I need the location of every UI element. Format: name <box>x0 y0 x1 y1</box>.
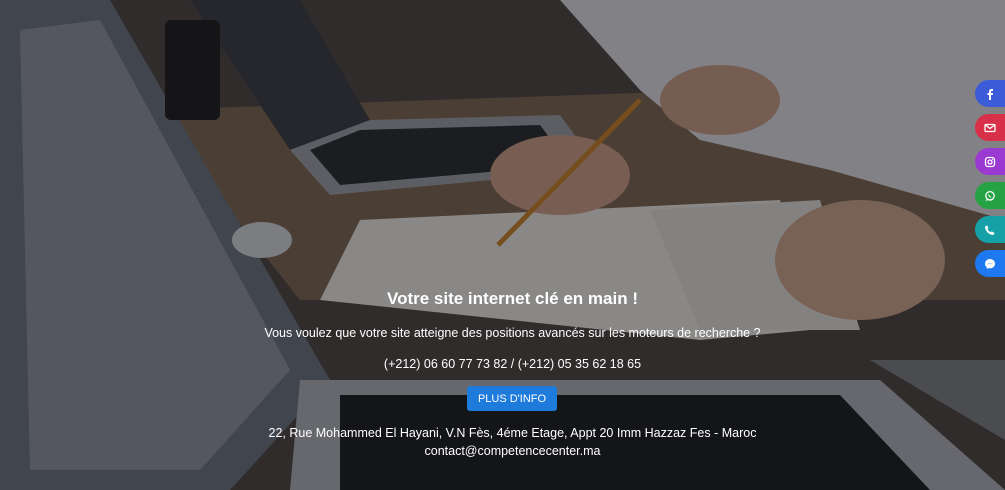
contact-phones: (+212) 06 60 77 73 82 / (+212) 05 35 62 … <box>383 357 642 371</box>
whatsapp-link[interactable] <box>975 182 1005 209</box>
instagram-icon <box>984 156 996 167</box>
phone-link[interactable] <box>975 216 1005 243</box>
facebook-link[interactable] <box>975 80 1005 107</box>
email-icon <box>984 123 996 132</box>
hero-title: Votre site internet clé en main ! <box>387 289 638 308</box>
contact-address: 22, Rue Mohammed El Hayani, V.N Fès, 4ém… <box>268 426 757 440</box>
facebook-icon <box>987 88 993 100</box>
messenger-link[interactable] <box>975 250 1005 277</box>
hero-content: Votre site internet clé en main ! Vous v… <box>0 0 1005 490</box>
hero-subtitle: Vous voulez que votre site atteigne des … <box>264 326 761 340</box>
more-info-button[interactable]: PLUS D'INFO <box>467 386 557 411</box>
hero-section: Votre site internet clé en main ! Vous v… <box>0 0 1005 490</box>
email-link[interactable] <box>975 114 1005 141</box>
contact-email[interactable]: contact@competencecenter.ma <box>0 444 1005 458</box>
instagram-link[interactable] <box>975 148 1005 175</box>
whatsapp-icon <box>985 190 995 201</box>
phone-icon <box>985 225 995 235</box>
messenger-icon <box>985 258 995 269</box>
